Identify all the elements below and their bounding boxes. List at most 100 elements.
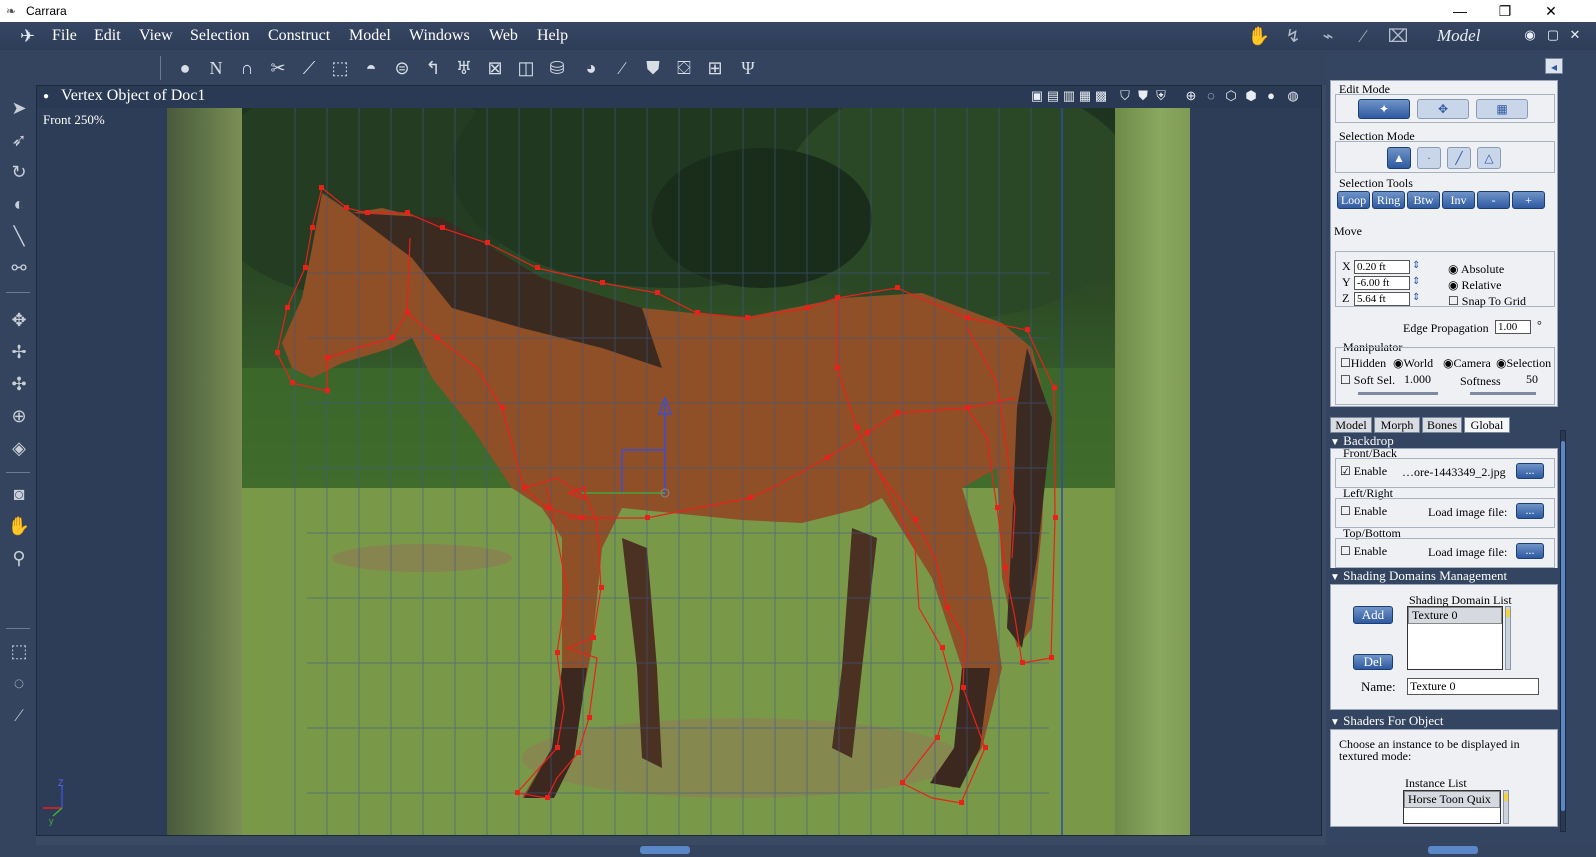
tab-morph[interactable]: Morph — [1374, 417, 1420, 433]
textured-sphere-icon[interactable]: ◍ — [1285, 88, 1301, 104]
deform-tool-icon[interactable]: ⛊ — [640, 56, 666, 80]
shield-hidden-icon[interactable]: ⛊ — [1135, 88, 1151, 104]
tab-global[interactable]: Global — [1464, 417, 1510, 433]
move-yz-icon[interactable]: ✣ — [6, 371, 32, 397]
texture-room-icon[interactable]: ∕ — [1351, 25, 1375, 47]
instance-item[interactable]: Horse Toon Quix — [1404, 791, 1500, 808]
panel-scrollbar-thumb[interactable] — [1561, 441, 1565, 811]
relative-radio[interactable]: ◉ Relative — [1448, 278, 1501, 293]
menu-windows[interactable]: Windows — [409, 26, 470, 46]
zoom-icon[interactable]: ⚲ — [6, 545, 32, 571]
viewport-hscroll-thumb[interactable] — [640, 846, 690, 854]
select-point-icon[interactable]: · — [1417, 147, 1441, 169]
menu-model[interactable]: Model — [349, 26, 391, 46]
split-horizontal-icon[interactable]: ▤ — [1045, 88, 1061, 104]
instance-list-scroll-thumb[interactable] — [1504, 793, 1508, 801]
scissors-tool-icon[interactable]: ✂ — [265, 56, 291, 80]
shaders-header[interactable]: ▼ Shaders For Object — [1330, 713, 1558, 728]
select-edge-icon[interactable]: ╱ — [1447, 147, 1471, 169]
shading-icon[interactable]: ◈ — [6, 435, 32, 461]
menu-edit[interactable]: Edit — [94, 26, 121, 46]
spline-tool-icon[interactable]: Ν — [203, 56, 229, 80]
menu-view[interactable]: View — [139, 26, 173, 46]
front-back-browse-button[interactable]: ... — [1516, 463, 1544, 479]
wire-cube-icon[interactable]: ⬡ — [1223, 88, 1239, 104]
invert-button[interactable]: Inv — [1442, 191, 1475, 209]
single-view-icon[interactable]: ▣ — [1029, 88, 1045, 104]
move-xy-icon[interactable]: ✥ — [6, 307, 32, 333]
storyboard-room-icon[interactable]: ⌁ — [1316, 25, 1340, 47]
edit-mesh-button[interactable]: ▦ — [1476, 99, 1528, 119]
hand-icon[interactable]: ✋ — [6, 513, 32, 539]
eye-icon[interactable]: ◉ — [1521, 26, 1539, 44]
magnet-tool-icon[interactable]: ∩ — [234, 56, 260, 80]
assemble-room-icon[interactable]: ✋ — [1247, 25, 1271, 47]
camera-icon[interactable]: ◙ — [6, 481, 32, 507]
top-bottom-browse-button[interactable]: ... — [1516, 543, 1544, 559]
y-field[interactable]: -6.00 ft — [1354, 276, 1410, 290]
instance-list[interactable]: Horse Toon Quix — [1403, 790, 1501, 824]
menu-file[interactable]: File — [52, 26, 77, 46]
viewport-scene[interactable]: Front 250% Z y — [37, 108, 1321, 835]
cylinder-tool-icon[interactable]: ⛁ — [544, 56, 570, 80]
y-spinner-icon[interactable]: ⇕ — [1412, 276, 1420, 287]
brush-icon[interactable]: ∕ — [6, 702, 32, 728]
solid-cube-icon[interactable]: ⬢ — [1243, 88, 1259, 104]
snap-to-grid-checkbox[interactable]: ☐ Snap To Grid — [1448, 294, 1526, 309]
minimize-button[interactable]: — — [1437, 0, 1483, 22]
lathe-tool-icon[interactable]: ⊜ — [389, 56, 415, 80]
edit-vertex-button[interactable]: ✦ — [1358, 99, 1410, 119]
panel-hscroll-thumb[interactable] — [1428, 846, 1478, 854]
select-vertex-icon[interactable]: ▲ — [1387, 147, 1411, 169]
carrara-logo-icon[interactable]: ✈ — [20, 25, 42, 47]
shrink-selection-button[interactable]: - — [1477, 191, 1510, 209]
vase-tool-icon[interactable]: ♅ — [451, 56, 477, 80]
menu-selection[interactable]: Selection — [190, 26, 250, 46]
top-bottom-enable-checkbox[interactable]: ☐ Enable — [1340, 544, 1387, 559]
trackball-icon[interactable]: ◐ — [6, 191, 32, 217]
tab-bones[interactable]: Bones — [1422, 417, 1462, 433]
arrow-icon[interactable]: ➤ — [6, 95, 32, 121]
left-right-enable-checkbox[interactable]: ☐ Enable — [1340, 504, 1387, 519]
cube-tool-icon[interactable]: ◫ — [513, 56, 539, 80]
ring-button[interactable]: Ring — [1372, 191, 1405, 209]
measure-icon[interactable]: ╲ — [6, 223, 32, 249]
domain-name-field[interactable]: Texture 0 — [1407, 678, 1539, 695]
shaded-sphere-icon[interactable]: ● — [1263, 88, 1279, 104]
panel-maximize-icon[interactable]: ▢ — [1544, 26, 1562, 44]
panel-close-icon[interactable]: ✕ — [1566, 26, 1584, 44]
selection-radio[interactable]: ◉Selection — [1496, 356, 1551, 371]
cone-tool-icon[interactable]: ◕ — [578, 56, 604, 80]
link-icon[interactable]: ⚯ — [6, 255, 32, 281]
menu-construct[interactable]: Construct — [268, 26, 330, 46]
select-face-icon[interactable]: △ — [1477, 147, 1501, 169]
softness-slider[interactable] — [1470, 392, 1536, 395]
dome-tool-icon[interactable]: ◓ — [358, 56, 384, 80]
add-domain-button[interactable]: Add — [1353, 606, 1393, 624]
shading-domain-list[interactable]: Texture 0 — [1407, 606, 1503, 670]
hidden-checkbox[interactable]: ☐Hidden — [1340, 356, 1386, 371]
sweep-tool-icon[interactable]: Ψ — [735, 56, 761, 80]
panel-collapse-icon[interactable]: ◂ — [1545, 58, 1563, 74]
sphere-tool-icon[interactable]: ● — [172, 56, 198, 80]
x-field[interactable]: 0.20 ft — [1354, 260, 1410, 274]
split-custom-icon[interactable]: ▩ — [1093, 88, 1109, 104]
menu-web[interactable]: Web — [489, 26, 518, 46]
shading-list-scroll-thumb[interactable] — [1506, 609, 1510, 617]
split-three-icon[interactable]: ▥ — [1061, 88, 1077, 104]
z-field[interactable]: 5.64 ft — [1354, 292, 1410, 306]
direct-select-icon[interactable]: ➶ — [6, 127, 32, 153]
panel-scrollbar[interactable] — [1560, 430, 1566, 832]
absolute-radio[interactable]: ◉ Absolute — [1448, 262, 1504, 277]
left-right-browse-button[interactable]: ... — [1516, 503, 1544, 519]
between-button[interactable]: Btw — [1407, 191, 1440, 209]
x-spinner-icon[interactable]: ⇕ — [1412, 260, 1420, 271]
restore-button[interactable]: ❐ — [1482, 0, 1528, 22]
move-3d-icon[interactable]: ⊕ — [6, 403, 32, 429]
shading-list-scrollbar[interactable] — [1505, 606, 1511, 670]
lasso-icon[interactable]: ◌ — [6, 670, 32, 696]
knife-tool-icon[interactable]: ⟋ — [296, 56, 322, 80]
bend-tool-icon[interactable]: ↰ — [420, 56, 446, 80]
rotate-icon[interactable]: ↻ — [6, 159, 32, 185]
viewport-dot-icon[interactable]: ● — [43, 91, 49, 102]
